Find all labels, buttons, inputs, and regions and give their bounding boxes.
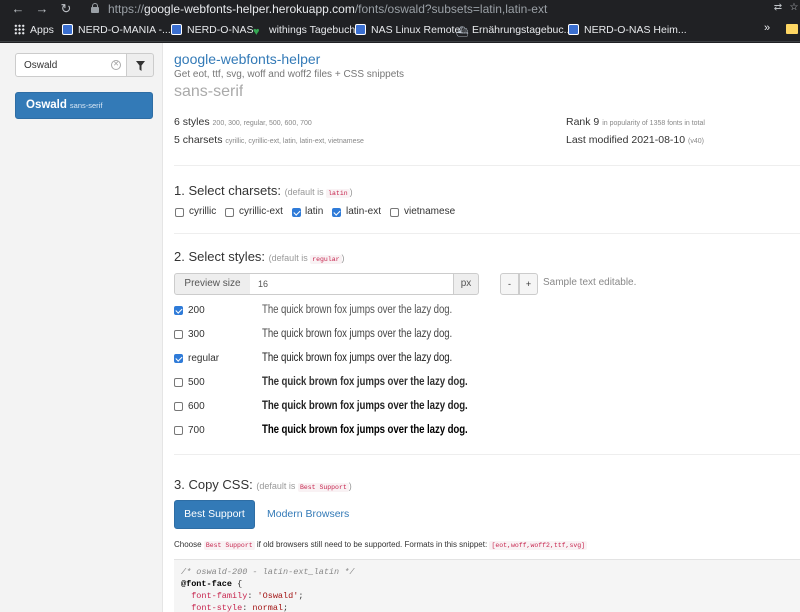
folder-icon[interactable] xyxy=(786,24,798,34)
best-support-button[interactable]: Best Support xyxy=(174,500,255,529)
charset-checkbox-latin-ext[interactable] xyxy=(332,208,341,217)
style-label: 600 xyxy=(188,401,205,412)
rank-info: Rank 9 in popularity of 1358 fonts in to… xyxy=(566,116,705,128)
back-arrow-icon[interactable]: ← xyxy=(10,1,26,17)
charset-label: vietnamese xyxy=(404,206,456,217)
charset-checkbox-vietnamese[interactable] xyxy=(390,208,399,217)
charset-checkbox-latin[interactable] xyxy=(292,208,301,217)
sample-text-500[interactable]: The quick brown fox jumps over the lazy … xyxy=(262,376,468,388)
style-label: 200 xyxy=(188,305,205,316)
font-category-heading: sans-serif xyxy=(174,83,244,99)
apps-grid-icon xyxy=(14,24,25,35)
font-search: ✕ xyxy=(15,53,154,77)
address-bar[interactable]: https://google-webfonts-helper.herokuapp… xyxy=(82,0,772,18)
font-item-category: sans-serif xyxy=(69,101,103,110)
charsets-heading: 1. Select charsets: (default is latin) xyxy=(174,183,353,198)
charset-label: cyrillic xyxy=(189,206,217,217)
font-list-item-selected[interactable]: Oswald sans-serif xyxy=(15,92,153,119)
decrease-size-button[interactable]: - xyxy=(500,273,519,295)
increase-size-button[interactable]: + xyxy=(519,273,538,295)
style-checkbox-500[interactable] xyxy=(174,378,183,387)
style-checkbox-700[interactable] xyxy=(174,426,183,435)
forward-arrow-icon[interactable]: → xyxy=(34,1,50,17)
style-checkbox-200[interactable] xyxy=(174,306,183,315)
charset-label: latin-ext xyxy=(346,206,382,217)
styles-info: 6 styles 200, 300, regular, 500, 600, 70… xyxy=(174,116,312,128)
css-heading: 3. Copy CSS: (default is Best Support) xyxy=(174,477,352,492)
bookmark-nas-linux-remote[interactable]: NAS Linux Remote xyxy=(355,23,460,37)
preview-size-label: Preview size xyxy=(174,273,251,295)
filter-icon xyxy=(136,61,145,71)
style-label: 500 xyxy=(188,377,205,388)
style-checkbox-regular[interactable] xyxy=(174,354,183,363)
nerd-icon xyxy=(568,24,579,35)
divider xyxy=(174,165,800,166)
sample-text-200[interactable]: The quick brown fox jumps over the lazy … xyxy=(262,304,452,316)
nerd-icon xyxy=(355,24,366,35)
nerd-icon xyxy=(171,24,182,35)
main-panel: google-webfonts-helper Get eot, ttf, svg… xyxy=(163,43,800,612)
nerd-icon xyxy=(62,24,73,35)
sample-text-600[interactable]: The quick brown fox jumps over the lazy … xyxy=(262,400,468,412)
preview-size-group: Preview size 16 px xyxy=(174,273,479,295)
style-checkbox-600[interactable] xyxy=(174,402,183,411)
clear-search-icon[interactable]: ✕ xyxy=(111,60,121,70)
style-label: 700 xyxy=(188,425,205,436)
style-checkbox-300[interactable] xyxy=(174,330,183,339)
bookmark-apps[interactable]: Apps xyxy=(14,23,54,37)
star-icon[interactable]: ☆ xyxy=(788,2,800,14)
reload-icon[interactable]: ↻ xyxy=(58,1,74,17)
translate-icon[interactable]: ⇄ xyxy=(772,2,784,14)
heart-icon: ♥ xyxy=(253,26,260,38)
bookmark-ernaehrung[interactable]: ⛴ Ernährungstagebuc... xyxy=(456,23,572,38)
bookmark-nerd-o-nas[interactable]: NERD-O-NAS xyxy=(171,23,254,37)
bookmark-withings[interactable]: ♥ withings Tagebuch xyxy=(253,23,355,38)
charset-label: cyrillic-ext xyxy=(239,206,283,217)
charsets-info: 5 charsets cyrillic, cyrillic-ext, latin… xyxy=(174,134,364,146)
preview-size-input[interactable]: 16 xyxy=(250,273,453,295)
sidebar: ✕ Oswaldsans-serif xyxy=(0,43,163,612)
bookmarks-bar: Apps NERD-O-MANIA -... NERD-O-NAS ♥ withi… xyxy=(0,18,800,42)
app-title[interactable]: google-webfonts-helper xyxy=(174,51,320,67)
preview-unit-label: px xyxy=(453,273,479,295)
charset-checkbox-cyrillic-ext[interactable] xyxy=(225,208,234,217)
modern-browsers-link[interactable]: Modern Browsers xyxy=(267,508,349,520)
font-item-name: Oswald xyxy=(26,99,67,111)
page-content: ✕ Oswaldsans-serif google-webfonts-helpe… xyxy=(0,43,800,612)
divider xyxy=(174,454,800,455)
bookmarks-overflow-button[interactable]: » xyxy=(764,22,770,34)
charset-label: latin xyxy=(305,206,324,217)
sample-text-300[interactable]: The quick brown fox jumps over the lazy … xyxy=(262,328,452,340)
sample-text-700[interactable]: The quick brown fox jumps over the lazy … xyxy=(262,424,468,436)
ship-icon: ⛴ xyxy=(456,27,469,38)
style-label: regular xyxy=(188,353,220,364)
bookmark-nerd-o-mania[interactable]: NERD-O-MANIA -... xyxy=(62,23,171,37)
divider xyxy=(174,233,800,234)
app-subtitle: Get eot, ttf, svg, woff and woff2 files … xyxy=(174,69,405,80)
css-code-snippet[interactable]: /* oswald-200 - latin-ext_latin */ @font… xyxy=(174,559,800,612)
filter-button[interactable] xyxy=(126,53,154,77)
style-label: 300 xyxy=(188,329,205,340)
styles-heading: 2. Select styles: (default is regular) xyxy=(174,249,345,264)
choose-description: Choose Best Support if old browsers stil… xyxy=(174,540,588,550)
charset-checkbox-cyrillic[interactable] xyxy=(175,208,184,217)
last-modified-info: Last modified 2021-08-10 (v40) xyxy=(566,134,704,146)
bookmark-nerd-o-nas-heim[interactable]: NERD-O-NAS Heim... xyxy=(568,23,687,37)
url-text: https://google-webfonts-helper.herokuapp… xyxy=(108,2,548,16)
sample-text-regular[interactable]: The quick brown fox jumps over the lazy … xyxy=(262,352,452,364)
browser-toolbar: ← → ↻ https://google-webfonts-helper.her… xyxy=(0,0,800,18)
sample-editable-note: Sample text editable. xyxy=(543,277,637,288)
lock-icon xyxy=(91,3,99,13)
